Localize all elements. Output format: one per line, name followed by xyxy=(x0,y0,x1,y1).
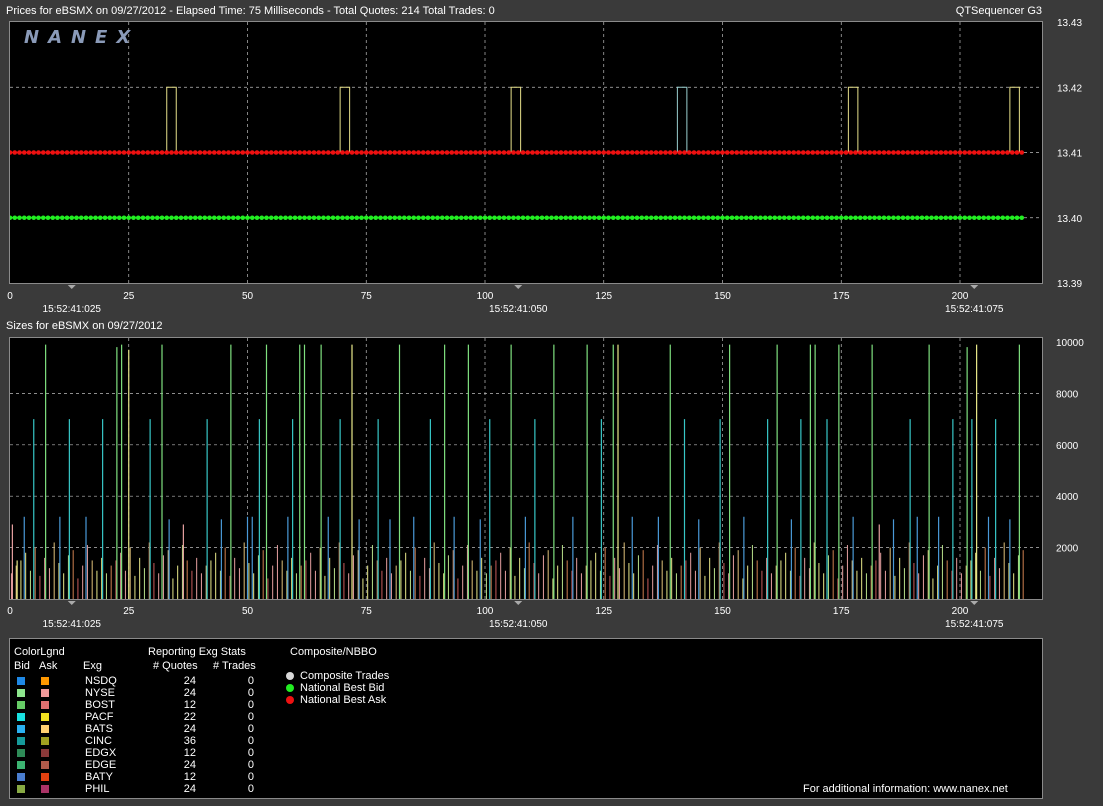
bid-color-swatch xyxy=(17,677,25,685)
ask-color-swatch xyxy=(41,761,49,769)
size-time-label: 15:52:41:025 xyxy=(43,619,102,630)
legend-panel: ColorLgnd Bid Ask Exg Reporting Exg Stat… xyxy=(9,638,1043,799)
legend-trades: 0 xyxy=(247,687,254,699)
legend-exchange: BATY xyxy=(85,771,113,783)
ask-color-swatch xyxy=(41,689,49,697)
ask-color-swatch xyxy=(41,737,49,745)
size-y-tick-label: 6000 xyxy=(1056,441,1079,452)
exchange-header: Exg xyxy=(83,660,102,672)
size-x-tick-label: 25 xyxy=(123,606,135,617)
ask-color-swatch xyxy=(41,785,49,793)
legend-quotes: 12 xyxy=(183,699,196,711)
legend-quotes: 12 xyxy=(183,747,196,759)
size-x-tick-label: 175 xyxy=(833,606,850,617)
composite-label: National Best Bid xyxy=(300,682,385,694)
legend-exchange: BATS xyxy=(85,723,113,735)
legend-trades: 0 xyxy=(247,759,254,771)
legend-quotes: 24 xyxy=(183,675,196,687)
legend-trades: 0 xyxy=(247,735,254,747)
legend-quotes: 36 xyxy=(183,735,196,747)
legend-quotes: 12 xyxy=(183,771,196,783)
size-y-tick-label: 10000 xyxy=(1056,338,1084,349)
legend-trades: 0 xyxy=(247,711,254,723)
size-x-tick-label: 100 xyxy=(477,606,494,617)
legend-trades: 0 xyxy=(247,675,254,687)
legend-quotes: 22 xyxy=(183,711,196,723)
legend-quotes: 24 xyxy=(183,687,196,699)
trades-header: # Trades xyxy=(213,660,256,672)
legend-exchange: NYSE xyxy=(85,687,115,699)
ask-color-swatch xyxy=(41,749,49,757)
composite-dot xyxy=(286,672,294,680)
size-x-tick-label: 0 xyxy=(7,606,13,617)
bid-color-swatch xyxy=(17,701,25,709)
composite-label: Composite Trades xyxy=(300,670,390,682)
size-y-tick-label: 2000 xyxy=(1056,544,1079,555)
size-time-marker xyxy=(970,601,979,605)
size-time-marker xyxy=(67,601,76,605)
size-time-label: 15:52:41:050 xyxy=(489,619,548,630)
size-x-tick-label: 75 xyxy=(361,606,373,617)
ask-color-swatch xyxy=(41,701,49,709)
size-x-tick-label: 125 xyxy=(595,606,612,617)
size-y-tick-label: 4000 xyxy=(1056,492,1079,503)
legend-trades: 0 xyxy=(247,783,254,795)
ask-color-swatch xyxy=(41,713,49,721)
legend-trades: 0 xyxy=(247,723,254,735)
composite-label: National Best Ask xyxy=(300,694,387,706)
legend-exchange: PACF xyxy=(85,711,114,723)
composite-title: Composite/NBBO xyxy=(290,646,377,658)
size-time-label: 15:52:41:075 xyxy=(945,619,1004,630)
legend-quotes: 24 xyxy=(183,723,196,735)
legend-trades: 0 xyxy=(247,771,254,783)
ask-color-swatch xyxy=(41,677,49,685)
legend-quotes: 24 xyxy=(183,759,196,771)
bid-color-swatch xyxy=(17,773,25,781)
size-x-tick-label: 150 xyxy=(714,606,731,617)
bid-color-swatch xyxy=(17,737,25,745)
legend-exchange: EDGX xyxy=(85,747,117,759)
bid-header: Bid xyxy=(14,660,30,672)
legend-exchange: PHIL xyxy=(85,783,110,795)
bid-color-swatch xyxy=(17,749,25,757)
bid-color-swatch xyxy=(17,725,25,733)
size-x-tick-label: 200 xyxy=(952,606,969,617)
size-x-tick-label: 50 xyxy=(242,606,254,617)
legend-exchange: EDGE xyxy=(85,759,117,771)
bid-color-swatch xyxy=(17,785,25,793)
legend-exchange: CINC xyxy=(85,735,112,747)
ask-color-swatch xyxy=(41,773,49,781)
ask-header: Ask xyxy=(39,660,58,672)
composite-dot xyxy=(286,684,294,692)
legend-trades: 0 xyxy=(247,747,254,759)
size-time-marker xyxy=(514,601,523,605)
size-y-tick-label: 8000 xyxy=(1056,389,1079,400)
legend-trades: 0 xyxy=(247,699,254,711)
bid-color-swatch xyxy=(17,713,25,721)
legend-exchange: BOST xyxy=(85,699,115,711)
bid-color-swatch xyxy=(17,761,25,769)
composite-dot xyxy=(286,696,294,704)
color-legend-title: ColorLgnd xyxy=(14,646,65,658)
stats-title: Reporting Exg Stats xyxy=(148,646,246,658)
ask-color-swatch xyxy=(41,725,49,733)
legend-exchange: NSDQ xyxy=(85,675,117,687)
footer-info: For additional information: www.nanex.ne… xyxy=(803,783,1008,795)
legend-quotes: 24 xyxy=(183,783,196,795)
bid-color-swatch xyxy=(17,689,25,697)
quotes-header: # Quotes xyxy=(153,660,198,672)
